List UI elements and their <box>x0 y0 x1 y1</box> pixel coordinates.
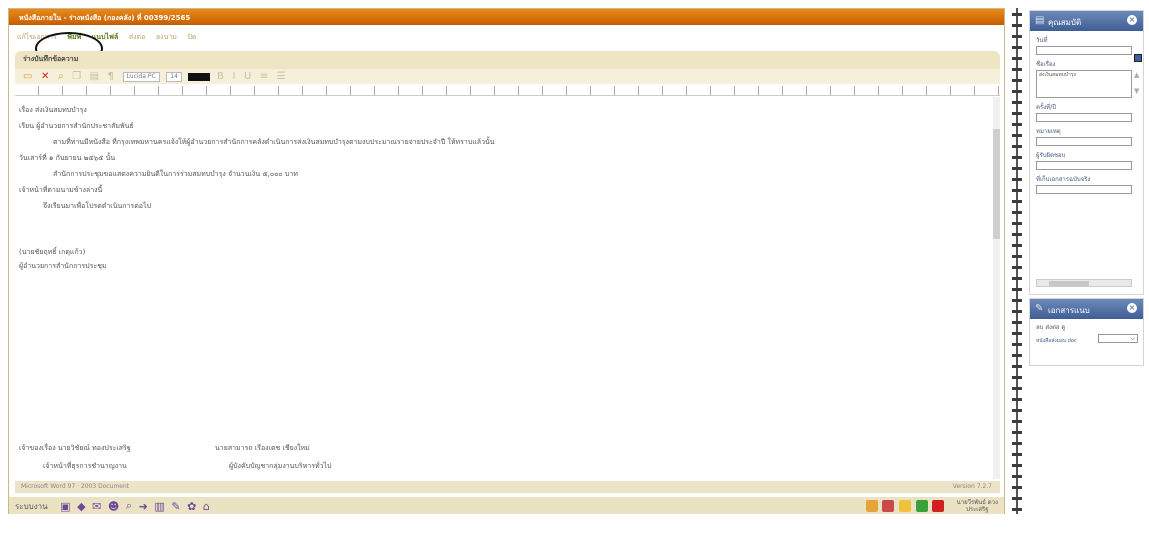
date-label: วันที่ <box>1036 37 1048 44</box>
menu-item-forward[interactable]: ส่งต่อ <box>129 32 145 43</box>
attachments-panel: ✎ เอกสารแนบ × ลบ ส่งต่อ ดู หนังสือส่งมอบ… <box>1029 298 1144 366</box>
note-field[interactable] <box>1036 137 1132 146</box>
attachment-select[interactable]: ⌵ <box>1098 334 1138 343</box>
refresh-icon[interactable] <box>915 500 928 512</box>
search-icon[interactable]: ⌕ <box>126 499 132 513</box>
status-text: Microsoft Word 97 · 2003 Document <box>21 483 130 490</box>
bold-icon[interactable]: B <box>217 71 224 82</box>
doc-line: นายสามารถ เรืองเดช เชียงใหม่ <box>215 444 310 452</box>
find-icon[interactable]: ⌕ <box>58 71 64 82</box>
help-icon[interactable]: ⌂ <box>203 500 210 513</box>
doc-line: ผู้บังคับบัญชากลุ่มงานบริหารทั่วไป <box>229 462 332 470</box>
spiral-binding <box>1012 8 1022 514</box>
doc-line: เจ้าหน้าที่ตามนามข้างล่างนี้ <box>19 186 103 194</box>
calendar-icon[interactable]: ◆ <box>77 500 85 513</box>
properties-title: คุณสมบัติ <box>1048 18 1082 27</box>
deadline-field[interactable] <box>1036 113 1132 122</box>
properties-panel: ▤ คุณสมบัติ × วันที่ ชื่อเรื่อง ส่งเงินส… <box>1029 10 1144 295</box>
notes-icon[interactable] <box>882 500 895 512</box>
apps-icon[interactable] <box>865 500 878 512</box>
attachment-actions[interactable]: ลบ ส่งต่อ ดู <box>1030 319 1143 335</box>
close-icon[interactable]: × <box>1127 303 1137 313</box>
note-label: หมายเหตุ <box>1036 128 1061 135</box>
document-icon[interactable]: ▣ <box>60 500 70 513</box>
list-icon[interactable]: ☰ <box>277 71 286 82</box>
owner-field[interactable] <box>1036 161 1132 170</box>
panel-scroll-thumb[interactable] <box>1049 281 1089 286</box>
folder-icon[interactable] <box>898 500 911 512</box>
forward-icon[interactable]: ➜ <box>139 500 148 513</box>
owner-label: ผู้รับผิดชอบ <box>1036 152 1066 159</box>
taskbar-label: ระบบงาน <box>15 501 48 511</box>
properties-panel-header: ▤ คุณสมบัติ × <box>1030 11 1143 31</box>
attachments-title: เอกสารแนบ <box>1048 306 1090 315</box>
window-title: หนังสือภายใน - ร่างหนังสือ (กองคลัง) ที่… <box>9 9 1004 25</box>
deadline-label: ครั้งที่/ปี <box>1036 104 1056 111</box>
font-name-select[interactable]: Lucida PC <box>122 71 160 82</box>
doc-line: เจ้าหน้าที่ธุรการชำนาญงาน <box>43 462 127 470</box>
date-field[interactable] <box>1036 46 1132 55</box>
italic-icon[interactable]: I <box>232 71 235 82</box>
power-icon[interactable] <box>932 500 945 512</box>
doc-line: เจ้าของเรื่อง นายวิชัยณ์ ทองประเสริฐ <box>19 444 131 452</box>
version-label: Version 7.2.7 <box>952 483 992 490</box>
doc-line: สำนักการประชุมขอแสดงความยินดีในการร่วมสม… <box>53 170 298 178</box>
doc-line: ผู้อำนวยการสำนักการประชุม <box>19 262 107 270</box>
keeper-label: ที่เก็บเอกสารฉบับจริง <box>1036 176 1091 183</box>
keeper-field[interactable] <box>1036 185 1132 194</box>
subject-scroll-icon[interactable]: ▲ ▼ <box>1134 71 1139 95</box>
ruler <box>15 86 1000 96</box>
settings-icon[interactable]: ✿ <box>187 500 196 513</box>
subject-field[interactable]: ส่งเงินสมทบบำรุง <box>1036 70 1132 98</box>
user-name: นายวีรพันธ์ ดวง ประเสริฐ <box>957 499 998 513</box>
taskbar-right: นายวีรพันธ์ ดวง ประเสริฐ <box>864 499 998 513</box>
font-size-select[interactable]: 14 <box>166 71 182 82</box>
close-icon[interactable]: × <box>1127 15 1137 25</box>
font-color-swatch[interactable] <box>188 72 211 81</box>
attachments-panel-header: ✎ เอกสารแนบ × <box>1030 299 1143 319</box>
user-name-line1: นายวีรพันธ์ ดวง <box>956 499 998 506</box>
properties-icon: ▤ <box>1035 15 1045 26</box>
paste-icon[interactable]: ▤ <box>90 71 99 82</box>
edit-icon[interactable]: ✎ <box>171 500 180 513</box>
doc-line: (นายชัยฤทธิ์ เกตุแก้ว) <box>19 248 86 256</box>
scroll-thumb[interactable] <box>993 129 1000 239</box>
document-body[interactable]: เรื่อง ส่งเงินสมทบบำรุง เรียน ผู้อำนวยกา… <box>15 97 993 479</box>
contacts-icon[interactable]: ☻ <box>108 500 119 513</box>
editor-window: หนังสือภายใน - ร่างหนังสือ (กองคลัง) ที่… <box>8 8 1005 514</box>
calendar-picker-icon[interactable] <box>1134 54 1142 62</box>
copy-icon[interactable]: ❐ <box>72 71 81 82</box>
subject-label: ชื่อเรื่อง <box>1036 61 1056 68</box>
doc-line: จึงเรียนมาเพื่อโปรดดำเนินการต่อไป <box>43 202 151 210</box>
status-bar: Microsoft Word 97 · 2003 Document Versio… <box>15 481 1000 493</box>
user-name-line2: ประเสริฐ <box>966 506 989 513</box>
screen: หนังสือภายใน - ร่างหนังสือ (กองคลัง) ที่… <box>0 0 1149 534</box>
panel-horizontal-scrollbar[interactable] <box>1036 279 1132 287</box>
format-icon[interactable]: ¶ <box>108 71 114 82</box>
chart-icon[interactable]: ▥ <box>154 500 164 513</box>
align-icon[interactable]: ≡ <box>260 71 268 82</box>
underline-icon[interactable]: U <box>244 71 251 82</box>
save-icon[interactable]: ▭ <box>23 71 32 82</box>
delete-icon[interactable]: ✕ <box>41 71 49 82</box>
doc-line: เรื่อง ส่งเงินสมทบบำรุง <box>19 106 87 114</box>
document-scrollbar[interactable] <box>993 97 1000 479</box>
doc-line: วันเสาร์ที่ ๑ กันยายน ๒๕๖๕ นั้น <box>19 154 116 162</box>
menu-item-sign[interactable]: ลงนาม <box>156 32 177 43</box>
menu-bar: แก้ไขเอกสาร พิมพ์ แนบไฟล์ ส่งต่อ ลงนาม ป… <box>9 29 1004 44</box>
document-title: ร่างบันทึกข้อความ <box>15 51 1000 69</box>
taskbar: ระบบงาน ▣ ◆ ✉ ☻ ⌕ ➜ ▥ ✎ ✿ ⌂ นายวีรพันธ์ … <box>9 497 1004 514</box>
doc-line: เรียน ผู้อำนวยการสำนักประชาสัมพันธ์ <box>19 122 134 130</box>
editor-toolbar: ▭ ✕ ⌕ ❐ ▤ ¶ Lucida PC 14 B I U ≡ ☰ <box>15 69 1000 84</box>
mail-icon[interactable]: ✉ <box>92 500 101 513</box>
doc-line: ตามที่ท่านมีหนังสือ ที่กรุงเทพมหานครแจ้ง… <box>53 138 495 146</box>
paperclip-icon: ✎ <box>1035 303 1044 314</box>
menu-item-close[interactable]: ปิด <box>187 32 196 43</box>
